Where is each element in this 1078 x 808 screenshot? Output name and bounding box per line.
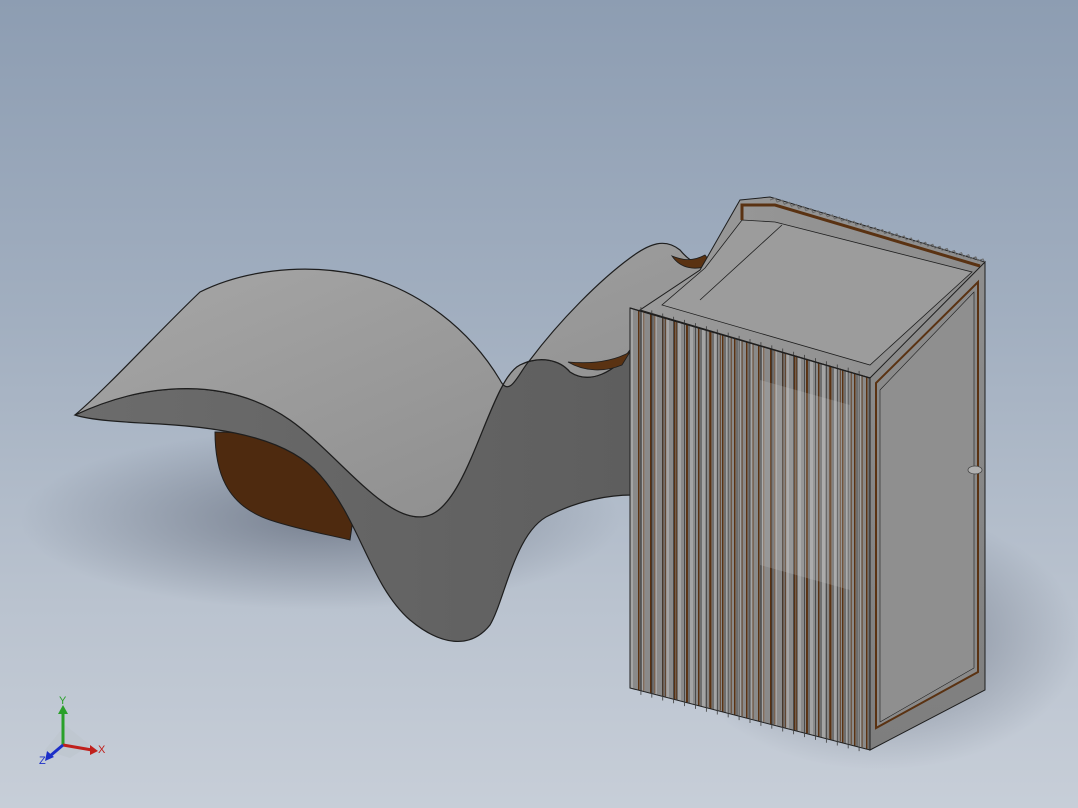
box-side-knob[interactable] xyxy=(967,465,983,475)
triad-y-label: Y xyxy=(59,695,67,707)
triad-x-arrow xyxy=(90,745,98,755)
model-canvas[interactable] xyxy=(0,0,1078,808)
box-fin-highlight xyxy=(760,380,850,590)
coordinate-triad: X Y Z xyxy=(30,690,120,770)
3d-graphics-viewport[interactable]: X Y Z xyxy=(0,0,1078,808)
triad-x-label: X xyxy=(98,744,106,756)
triad-z-label: Z xyxy=(39,755,46,767)
